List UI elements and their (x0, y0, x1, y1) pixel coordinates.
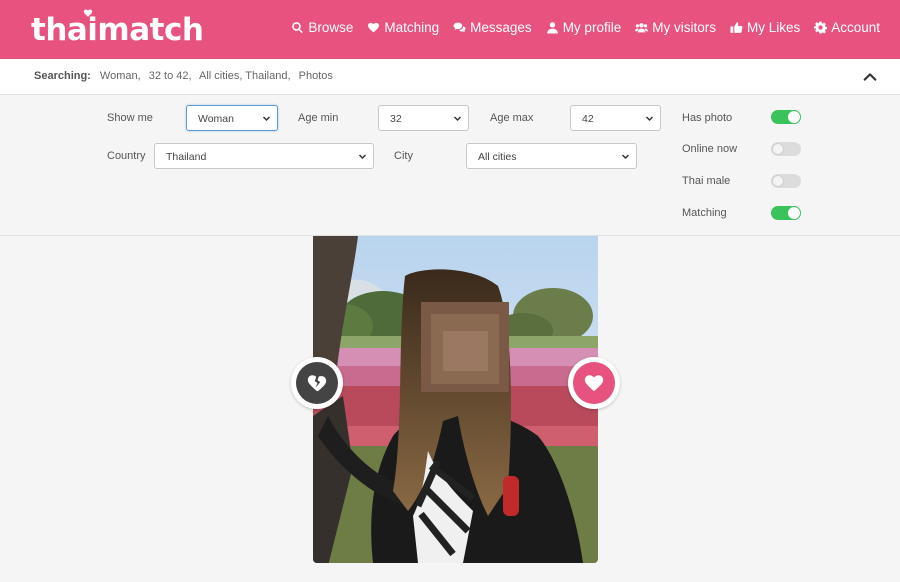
chevron-down-icon (262, 116, 271, 122)
age-min-label: Age min (298, 112, 339, 124)
nav-my-visitors[interactable]: My visitors (635, 20, 716, 35)
toggle-knob (788, 207, 800, 219)
chevron-down-icon (358, 154, 367, 160)
age-min-value: 32 (390, 113, 402, 125)
chat-icon (453, 22, 466, 33)
nav-matching-label: Matching (384, 20, 440, 35)
search-term: All cities, Thailand, (199, 70, 291, 82)
broken-heart-icon (307, 375, 327, 392)
thai-male-toggle[interactable] (771, 174, 801, 188)
dislike-button[interactable] (291, 357, 343, 409)
logo-text: thaimatch (31, 12, 204, 48)
nav-my-likes[interactable]: My Likes (730, 20, 800, 35)
user-icon (546, 22, 558, 34)
chevron-down-icon (453, 116, 462, 122)
show-me-select[interactable]: Woman (186, 105, 278, 131)
nav-browse[interactable]: Browse (291, 20, 353, 35)
chevron-up-icon[interactable] (862, 69, 878, 85)
show-me-label: Show me (107, 112, 153, 124)
search-term: Photos (298, 70, 333, 82)
nav-matching[interactable]: Matching (367, 20, 439, 35)
nav-account-label: Account (831, 20, 880, 35)
heart-icon (368, 22, 380, 33)
nav-my-likes-label: My Likes (746, 20, 801, 35)
show-me-value: Woman (198, 113, 234, 125)
toggle-knob (772, 175, 784, 187)
city-value: All cities (478, 151, 517, 163)
has-photo-label: Has photo (682, 112, 733, 124)
nav-my-visitors-label: My visitors (652, 20, 716, 35)
top-navbar: thaimatch Browse Matching Messages My pr… (0, 0, 900, 59)
nav-browse-label: Browse (308, 20, 354, 35)
profile-photo-image (313, 236, 598, 563)
main-nav: Browse Matching Messages My profile My v… (291, 20, 880, 35)
age-max-label: Age max (490, 112, 534, 124)
city-label: City (394, 150, 413, 162)
city-select[interactable]: All cities (466, 143, 637, 169)
thumbs-up-icon (730, 22, 743, 33)
country-label: Country (107, 150, 146, 162)
chevron-down-icon (645, 116, 654, 122)
online-now-label: Online now (682, 143, 738, 155)
nav-account[interactable]: Account (814, 20, 880, 35)
nav-my-profile[interactable]: My profile (546, 20, 622, 35)
online-now-toggle[interactable] (771, 142, 801, 156)
dislike-button-inner (296, 362, 338, 404)
chevron-down-icon (621, 154, 630, 160)
logo[interactable]: thaimatch (31, 9, 204, 48)
matching-label: Matching (682, 207, 727, 219)
country-select[interactable]: Thailand (154, 143, 374, 169)
nav-messages[interactable]: Messages (453, 20, 532, 35)
country-value: Thailand (166, 151, 207, 163)
gear-icon (814, 21, 828, 34)
nav-my-profile-label: My profile (562, 20, 622, 35)
thai-male-label: Thai male (682, 175, 731, 187)
users-icon (635, 23, 649, 33)
profile-photo[interactable] (313, 236, 598, 563)
search-icon (292, 22, 304, 34)
like-button[interactable] (568, 357, 620, 409)
heart-icon (584, 375, 604, 392)
has-photo-toggle[interactable] (771, 110, 801, 124)
toggle-knob (772, 143, 784, 155)
filter-panel: Show me Woman Age min 32 Age max 42 Coun… (0, 95, 900, 236)
search-summary-bar: Searching: Woman, 32 to 42, All cities, … (0, 59, 900, 95)
search-summary: Searching: Woman, 32 to 42, All cities, … (34, 70, 338, 82)
search-summary-label: Searching: (34, 70, 91, 82)
matching-toggle[interactable] (771, 206, 801, 220)
nav-messages-label: Messages (470, 20, 532, 35)
logo-heart-icon (83, 9, 93, 17)
search-term: 32 to 42, (148, 70, 192, 82)
search-term: Woman, (99, 70, 141, 82)
age-max-select[interactable]: 42 (570, 105, 661, 131)
like-button-inner (573, 362, 615, 404)
age-min-select[interactable]: 32 (378, 105, 469, 131)
age-max-value: 42 (582, 113, 594, 125)
toggle-knob (788, 111, 800, 123)
